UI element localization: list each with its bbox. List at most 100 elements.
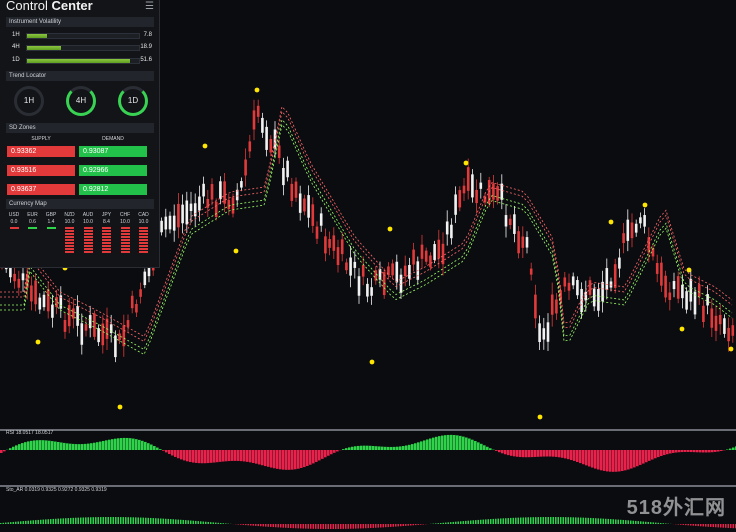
osc-bar	[75, 517, 77, 524]
osc-bar	[395, 524, 397, 527]
demand-zone-2: 0.92966	[79, 165, 147, 176]
osc-bar	[205, 521, 207, 524]
osc-bar	[197, 521, 199, 524]
candle-body	[525, 237, 529, 248]
osc-bar	[2, 522, 4, 524]
candle-body	[681, 284, 684, 299]
candle-body	[588, 280, 592, 295]
osc-bar	[665, 523, 667, 524]
rsi-bar	[681, 450, 684, 453]
osc-bar	[275, 524, 277, 528]
osc-bar	[77, 517, 79, 524]
candle-body	[256, 105, 260, 117]
rsi-bar	[132, 438, 135, 450]
rsi-bar	[618, 450, 621, 472]
osc-bar	[365, 524, 367, 529]
candle-body	[513, 214, 516, 234]
osc-bar	[685, 524, 687, 526]
rsi-bar	[348, 447, 351, 450]
osc-bar	[572, 517, 574, 524]
candle-body	[114, 335, 117, 358]
rsi-bar	[201, 450, 204, 464]
osc-bar	[200, 521, 202, 524]
rsi-bar	[528, 450, 531, 458]
osc-bar	[730, 524, 732, 529]
osc-bar	[717, 524, 719, 528]
rsi-bar	[327, 450, 330, 456]
candle-body	[450, 224, 453, 239]
rsi-bar	[102, 440, 105, 450]
osc-bar	[600, 518, 602, 524]
osc-bar	[272, 524, 274, 528]
currency-jpy: JPY 8.4	[100, 212, 114, 254]
currency-chf: CHF 10.0	[118, 212, 132, 254]
osc-bar	[367, 524, 369, 529]
osc-bar	[722, 524, 724, 528]
panel-title: Control Center	[6, 0, 93, 13]
osc-bar	[725, 524, 727, 528]
fractal-dot	[686, 267, 692, 273]
rsi-bar	[630, 450, 633, 469]
currency-strength-bars	[118, 227, 132, 253]
rsi-bar	[606, 450, 609, 472]
rsi-bar	[420, 441, 423, 450]
rsi-bar	[525, 450, 528, 458]
candle-body	[177, 203, 180, 228]
candle-body	[538, 323, 541, 343]
candle-body	[315, 226, 319, 239]
menu-icon[interactable]: ☰	[145, 1, 154, 12]
osc-bar	[695, 524, 697, 526]
candle-body	[231, 197, 235, 214]
osc-bar	[180, 519, 182, 524]
osc-bar	[617, 519, 619, 524]
osc-bar	[585, 517, 587, 524]
currency-nzd: NZD 10.0	[63, 212, 77, 254]
candle-body	[80, 323, 84, 345]
osc-bar	[567, 517, 569, 524]
osc-bar	[52, 518, 54, 524]
osc-bar	[635, 520, 637, 524]
osc-bar	[67, 518, 69, 524]
candle-body	[479, 182, 483, 189]
rsi-bar	[360, 445, 363, 450]
candle-body	[223, 181, 226, 204]
rsi-bar	[333, 450, 336, 453]
candle-body	[714, 315, 718, 331]
candle-body	[429, 255, 432, 268]
rsi-bar	[714, 450, 717, 452]
candle-body	[555, 299, 558, 314]
osc-bar	[642, 521, 644, 524]
osc-bar	[610, 519, 612, 524]
osc-bar	[312, 524, 314, 529]
candle-body	[13, 273, 16, 282]
rsi-bar	[204, 450, 207, 464]
osc-bar	[260, 524, 262, 527]
candle-body	[244, 159, 247, 176]
osc-bar	[132, 517, 134, 524]
currency-strength-bars	[44, 227, 58, 229]
rsi-bar	[423, 440, 426, 450]
osc-bar	[532, 517, 534, 524]
osc-bar	[400, 524, 402, 527]
osc-bar	[177, 519, 179, 524]
osc-bar	[157, 518, 159, 524]
rsi-bar	[273, 450, 276, 469]
osc-bar	[645, 521, 647, 524]
rsi-bar	[342, 449, 345, 450]
osc-bar	[195, 520, 197, 524]
demand-zone-3: 0.92812	[79, 184, 147, 195]
osc-bar	[420, 524, 422, 525]
rsi-bar	[435, 436, 438, 450]
candle-body	[613, 264, 617, 288]
trend-ring-1d: 1D	[118, 86, 148, 116]
rsi-bar	[225, 450, 228, 462]
rsi-bar	[729, 448, 732, 450]
osc-bar	[392, 524, 394, 527]
osc-bar	[687, 524, 689, 526]
osc-bar	[322, 524, 324, 529]
candle-body	[403, 265, 407, 277]
osc-bar	[5, 522, 7, 524]
osc-bar	[372, 524, 374, 528]
osc-bar	[607, 518, 609, 524]
osc-bar	[552, 517, 554, 524]
